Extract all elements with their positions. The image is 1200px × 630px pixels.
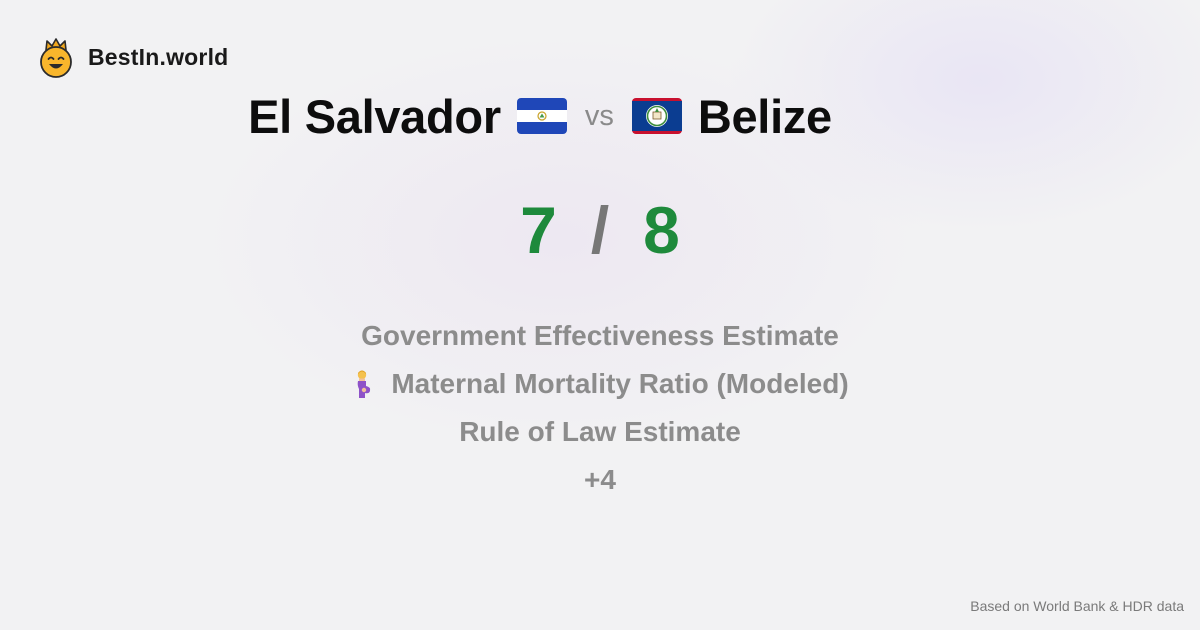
crowned-smiley-icon: [38, 36, 74, 78]
metrics-list: Government Effectiveness Estimate Matern…: [0, 312, 1200, 504]
right-score: 8: [643, 193, 680, 267]
data-source-note: Based on World Bank & HDR data: [970, 598, 1184, 614]
left-score: 7: [520, 193, 557, 267]
right-country-name: Belize: [697, 89, 832, 143]
score-display: 7 / 8: [0, 192, 1200, 268]
metric-item: Rule of Law Estimate: [459, 408, 741, 456]
belize-flag-icon: [631, 98, 682, 134]
metric-item: Government Effectiveness Estimate: [361, 312, 839, 360]
score-separator: /: [590, 193, 610, 267]
more-metrics-count: +4: [584, 464, 616, 495]
metric-label: Rule of Law Estimate: [459, 416, 741, 447]
vs-label: vs: [584, 99, 614, 132]
brand-name: BestIn.world: [88, 43, 229, 70]
brand-logo[interactable]: BestIn.world: [38, 36, 228, 78]
metric-item: Maternal Mortality Ratio (Modeled): [351, 360, 849, 408]
el-salvador-flag-icon: [516, 98, 567, 134]
pregnant-woman-icon: [351, 369, 375, 399]
metric-label: Maternal Mortality Ratio (Modeled): [391, 368, 849, 399]
comparison-title: El Salvador vs Belize: [0, 86, 1080, 146]
metric-label: Government Effectiveness Estimate: [361, 320, 839, 351]
left-country-name: El Salvador: [248, 89, 501, 143]
